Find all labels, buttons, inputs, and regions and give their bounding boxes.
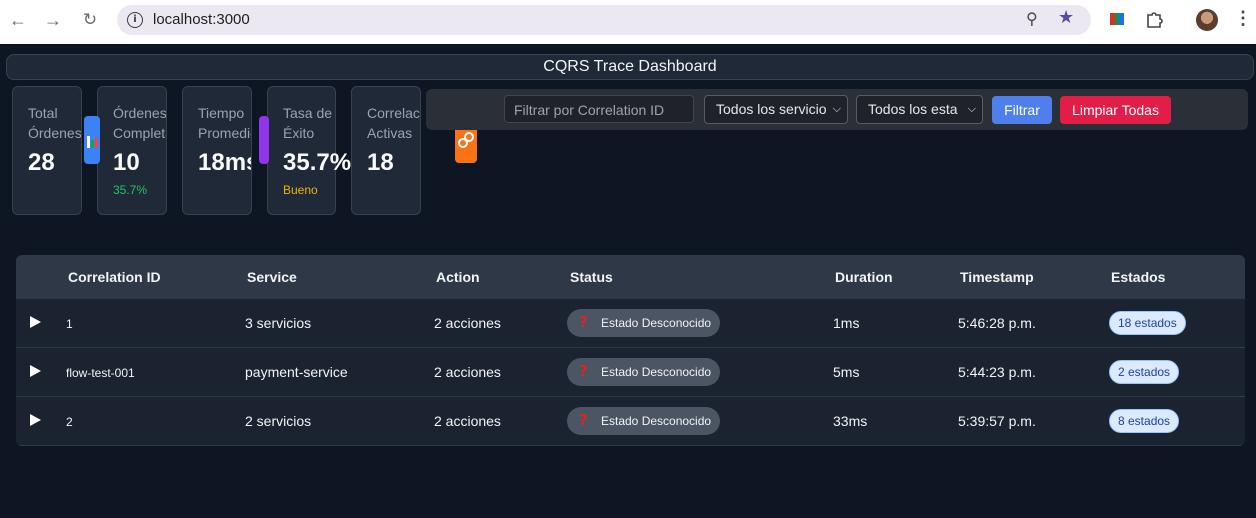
stat-value: 10 <box>113 149 140 176</box>
service-filter-select[interactable]: Todos los servicio ⌵ <box>704 95 848 124</box>
bar-chart-icon <box>84 116 100 164</box>
expand-row-play-icon[interactable] <box>30 414 41 426</box>
column-header-estados[interactable]: Estados <box>1111 269 1165 285</box>
page-title: CQRS Trace Dashboard <box>543 58 717 75</box>
service-filter-value: Todos los servicio <box>716 101 827 117</box>
status-badge: ? Estado Desconocido <box>567 358 720 386</box>
column-header-status[interactable]: Status <box>570 269 613 285</box>
address-url[interactable]: localhost:3000 <box>153 11 250 28</box>
stat-value: 18ms <box>198 149 251 176</box>
dashboard-header: CQRS Trace Dashboard <box>6 54 1254 80</box>
stat-card-average-time: TiempoPromedio 18ms <box>182 86 252 215</box>
back-arrow-icon[interactable]: ← <box>6 8 30 32</box>
stat-value: 35.7% <box>283 149 352 176</box>
stat-value: 28 <box>28 149 55 176</box>
stat-card-success-rate: Tasa de Éxito 35.7% Bueno <box>267 86 351 215</box>
filter-bar: Filtrar por Correlation ID Todos los ser… <box>426 89 1248 130</box>
browser-toolbar: ← → ↻ i localhost:3000 ⚲ ★ ⋮ <box>0 0 1256 44</box>
estados-badge[interactable]: 18 estados <box>1109 311 1186 335</box>
column-header-service[interactable]: Service <box>247 269 297 285</box>
cell-correlation-id: 1 <box>66 317 73 331</box>
expand-row-play-icon[interactable] <box>30 316 41 328</box>
stat-card-completed-orders: ÓrdenesCompletad 10 35.7% <box>97 86 167 215</box>
status-filter-select[interactable]: Todos los esta ⌵ <box>856 95 983 124</box>
extension-icon[interactable] <box>1108 10 1126 28</box>
cell-action: 2 acciones <box>434 315 501 331</box>
estados-badge[interactable]: 8 estados <box>1109 409 1180 433</box>
status-text: Estado Desconocido <box>601 316 712 330</box>
cell-duration: 1ms <box>833 315 860 331</box>
chevron-down-icon: ⌵ <box>832 103 841 115</box>
trace-table: Correlation ID Service Action Status Dur… <box>16 255 1245 446</box>
stat-label: Total Órdenes <box>28 105 82 141</box>
cell-service: payment-service <box>245 364 348 380</box>
column-header-correlation-id[interactable]: Correlation ID <box>68 269 161 285</box>
stat-label: ÓrdenesCompletad <box>113 105 167 141</box>
bookmark-star-icon[interactable]: ★ <box>1058 7 1074 28</box>
site-info-icon[interactable]: i <box>127 12 143 28</box>
cell-action: 2 acciones <box>434 364 501 380</box>
estados-badge[interactable]: 2 estados <box>1109 360 1180 384</box>
profile-avatar[interactable] <box>1196 9 1218 31</box>
address-bar[interactable]: i localhost:3000 ⚲ ★ <box>117 5 1091 35</box>
table-header: Correlation ID Service Action Status Dur… <box>16 255 1245 299</box>
status-text: Estado Desconocido <box>601 365 712 379</box>
stat-value: 18 <box>367 149 394 176</box>
stat-card-total-orders: Total Órdenes 28 <box>12 86 82 215</box>
status-text: Estado Desconocido <box>601 414 712 428</box>
reload-icon[interactable]: ↻ <box>78 8 102 32</box>
cell-service: 3 servicios <box>245 315 312 331</box>
clear-all-button[interactable]: Limpiar Todas <box>1060 96 1171 124</box>
table-row[interactable]: 2 2 servicios 2 acciones ? Estado Descon… <box>16 397 1245 446</box>
cell-service: 2 servicios <box>245 413 312 429</box>
question-mark-icon: ? <box>579 313 588 331</box>
stat-sub: 35.7% <box>113 183 148 197</box>
cell-action: 2 acciones <box>434 413 501 429</box>
column-header-duration[interactable]: Duration <box>835 269 893 285</box>
chevron-down-icon: ⌵ <box>967 103 976 115</box>
question-mark-icon: ? <box>579 411 588 429</box>
status-badge: ? Estado Desconocido <box>567 309 720 337</box>
forward-arrow-icon[interactable]: → <box>41 8 65 32</box>
cell-correlation-id: flow-test-001 <box>66 366 135 380</box>
stat-label: Tiempo Promedio <box>198 105 252 141</box>
filter-button[interactable]: Filtrar <box>992 96 1052 124</box>
correlation-id-filter-input[interactable]: Filtrar por Correlation ID <box>504 95 694 123</box>
stat-label: Tasa de Éxito <box>283 105 333 141</box>
cell-duration: 5ms <box>833 364 860 380</box>
cell-timestamp: 5:44:23 p.m. <box>958 364 1036 380</box>
status-filter-value: Todos los esta <box>868 101 958 117</box>
table-row[interactable]: flow-test-001 payment-service 2 acciones… <box>16 348 1245 397</box>
clock-icon <box>259 116 269 164</box>
question-mark-icon: ? <box>579 362 588 380</box>
more-menu-icon[interactable]: ⋮ <box>1234 8 1252 29</box>
status-badge: ? Estado Desconocido <box>567 407 720 435</box>
stat-sub: Bueno <box>283 183 318 197</box>
cell-timestamp: 5:46:28 p.m. <box>958 315 1036 331</box>
cell-duration: 33ms <box>833 413 868 429</box>
stat-label: CorrelacioActivas <box>367 105 420 141</box>
stat-card-active-correlations: CorrelacioActivas 18 <box>351 86 421 215</box>
table-row[interactable]: 1 3 servicios 2 acciones ? Estado Descon… <box>16 299 1245 348</box>
extensions-puzzle-icon[interactable] <box>1145 10 1163 28</box>
zoom-icon[interactable]: ⚲ <box>1026 9 1038 29</box>
cell-correlation-id: 2 <box>66 415 73 429</box>
column-header-timestamp[interactable]: Timestamp <box>960 269 1034 285</box>
cell-timestamp: 5:39:57 p.m. <box>958 413 1036 429</box>
expand-row-play-icon[interactable] <box>30 365 41 377</box>
column-header-action[interactable]: Action <box>436 269 480 285</box>
